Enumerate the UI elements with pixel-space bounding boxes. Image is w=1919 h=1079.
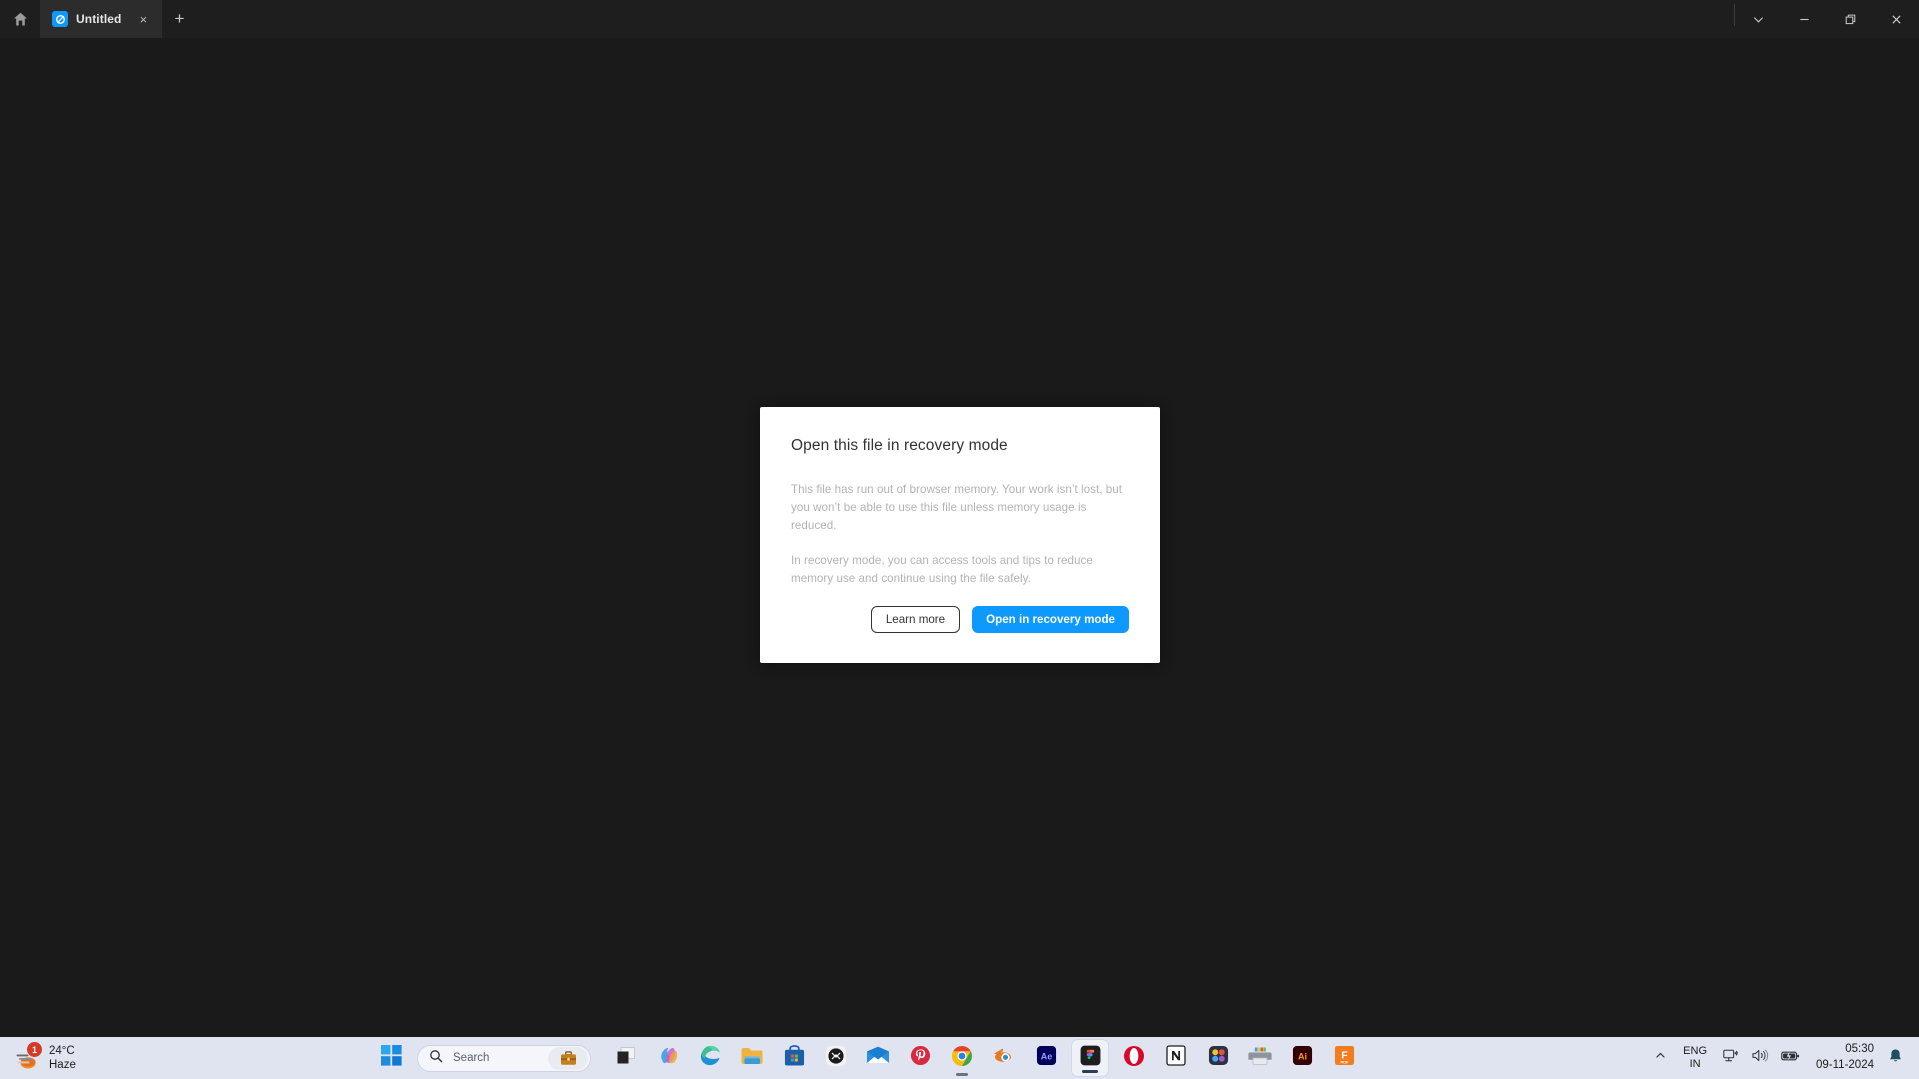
recovery-mode-dialog: Open this file in recovery mode This fil…	[760, 407, 1160, 663]
taskbar-app-opera[interactable]	[1118, 1037, 1150, 1079]
taskbar-app-blender[interactable]	[988, 1037, 1020, 1079]
taskbar-app-microsoft-store[interactable]	[778, 1037, 810, 1079]
start-button[interactable]	[371, 1037, 411, 1079]
svg-text:PDF: PDF	[1340, 1060, 1349, 1065]
search-icon	[429, 1049, 443, 1068]
show-hidden-icons-button[interactable]	[1648, 1037, 1673, 1079]
network-button[interactable]	[1717, 1037, 1746, 1079]
restore-icon	[1844, 13, 1857, 26]
title-bar-drag-region	[196, 0, 1734, 38]
taskbar-app-google-chrome[interactable]	[946, 1037, 978, 1079]
language-indicator[interactable]: ENG IN	[1673, 1045, 1717, 1071]
home-button[interactable]	[0, 0, 40, 38]
pinterest-icon	[910, 1045, 931, 1071]
taskbar-app-after-effects[interactable]: Ae	[1030, 1037, 1062, 1079]
clock-date: 09-11-2024	[1816, 1059, 1874, 1071]
svg-text:Ai: Ai	[1297, 1051, 1306, 1061]
volume-icon	[1752, 1048, 1769, 1068]
minimize-button[interactable]	[1781, 0, 1827, 38]
folder-icon	[740, 1045, 764, 1072]
foxit-pdf-icon: F PDF	[1334, 1045, 1355, 1071]
notifications-button[interactable]	[1882, 1037, 1909, 1079]
battery-icon	[1781, 1049, 1800, 1068]
edge-icon	[699, 1044, 722, 1072]
active-indicator	[1082, 1070, 1099, 1073]
taskbar-app-notion[interactable]	[1160, 1037, 1192, 1079]
store-icon	[784, 1044, 805, 1072]
battery-button[interactable]	[1775, 1037, 1806, 1079]
taskbar-app-printer[interactable]	[1244, 1037, 1276, 1079]
taskbar-app-illustrator[interactable]: Ai	[1286, 1037, 1318, 1079]
windows-taskbar: 1 24°C Haze Search Ae Ai F PDF ENG IN 05…	[0, 1037, 1919, 1079]
taskbar-app-figma[interactable]	[1072, 1040, 1109, 1076]
minimize-icon	[1798, 13, 1811, 26]
search-placeholder: Search	[453, 1052, 490, 1064]
weather-condition: Haze	[49, 1059, 76, 1071]
system-tray: ENG IN 05:30 09-11-2024	[1648, 1037, 1919, 1079]
language-primary: ENG	[1683, 1044, 1708, 1057]
dialog-paragraph-2: In recovery mode, you can access tools a…	[791, 553, 1093, 585]
new-tab-button[interactable]: +	[162, 0, 196, 38]
taskbar-center: Search Ae Ai F PDF	[371, 1037, 1365, 1079]
svg-text:Ae: Ae	[1040, 1051, 1052, 1061]
after-effects-icon: Ae	[1036, 1045, 1057, 1071]
network-icon	[1723, 1048, 1740, 1068]
close-icon	[1890, 13, 1903, 26]
search-input[interactable]: Search	[417, 1044, 592, 1072]
home-icon	[13, 12, 28, 26]
open-in-recovery-mode-button[interactable]: Open in recovery mode	[972, 606, 1129, 633]
bell-icon	[1888, 1048, 1903, 1069]
taskbar-app-task-view[interactable]	[610, 1037, 642, 1079]
opera-icon	[1123, 1045, 1145, 1072]
chrome-icon	[951, 1045, 973, 1072]
taskbar-app-pinterest[interactable]	[904, 1037, 936, 1079]
copilot-icon	[657, 1044, 680, 1072]
dialog-title: Open this file in recovery mode	[791, 437, 1008, 454]
weather-notification-badge: 1	[27, 1042, 42, 1057]
chevron-down-icon	[1752, 13, 1765, 26]
language-secondary: IN	[1689, 1058, 1701, 1070]
illustrator-icon: Ai	[1292, 1045, 1313, 1071]
notion-icon	[1166, 1045, 1186, 1071]
chevron-up-icon	[1654, 1049, 1667, 1067]
davinci-resolve-icon	[1208, 1045, 1229, 1071]
taskbar-app-xbox[interactable]	[820, 1037, 852, 1079]
running-indicator	[956, 1073, 969, 1076]
start-icon	[380, 1045, 402, 1071]
tab-untitled[interactable]: Untitled ×	[40, 0, 163, 38]
weather-temperature: 24°C	[49, 1044, 75, 1057]
chevron-down-button[interactable]	[1735, 0, 1781, 38]
volume-button[interactable]	[1746, 1037, 1775, 1079]
tab-title: Untitled	[76, 12, 122, 26]
restore-button[interactable]	[1827, 0, 1873, 38]
taskbar-app-copilot[interactable]	[652, 1037, 684, 1079]
tab-strip: Untitled × +	[40, 0, 196, 38]
figma-icon	[1080, 1045, 1101, 1071]
close-button[interactable]	[1873, 0, 1919, 38]
printer-icon	[1248, 1046, 1272, 1071]
weather-text: 24°C Haze	[49, 1044, 76, 1073]
briefcase-icon[interactable]	[548, 1046, 589, 1070]
task-view-icon	[615, 1045, 637, 1072]
taskbar-app-davinci-resolve[interactable]	[1202, 1037, 1234, 1079]
learn-more-button[interactable]: Learn more	[870, 606, 961, 633]
haze-icon: 1	[14, 1042, 42, 1071]
dialog-paragraph-1: This file has run out of browser memory.…	[791, 483, 1123, 532]
taskbar-app-list: Ae Ai F PDF	[605, 1037, 1365, 1079]
blender-icon	[992, 1046, 1016, 1071]
clock[interactable]: 05:30 09-11-2024	[1806, 1042, 1882, 1073]
weather-widget[interactable]: 1 24°C Haze	[0, 1037, 88, 1079]
taskbar-app-foxit-pdf[interactable]: F PDF	[1328, 1037, 1360, 1079]
dialog-actions: Learn more Open in recovery mode	[870, 606, 1129, 633]
taskbar-app-microsoft-edge[interactable]	[694, 1037, 726, 1079]
taskbar-app-file-explorer[interactable]	[736, 1037, 768, 1079]
clock-time: 05:30	[1845, 1043, 1874, 1056]
title-bar: Untitled × +	[0, 0, 1919, 38]
tab-close-button[interactable]: ×	[135, 11, 151, 27]
taskbar-app-mail[interactable]	[862, 1037, 894, 1079]
figma-file-icon	[52, 11, 68, 27]
mail-icon	[866, 1046, 890, 1070]
xbox-icon	[825, 1045, 847, 1072]
